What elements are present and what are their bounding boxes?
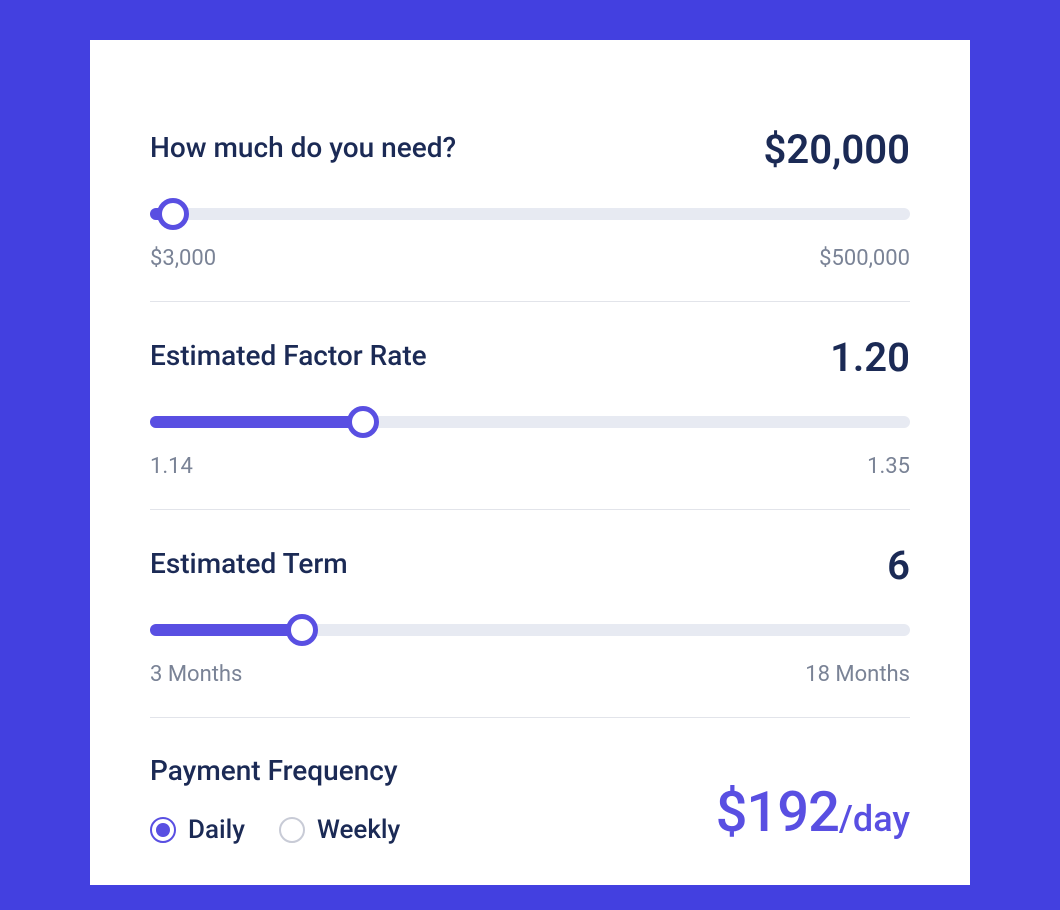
payment-frequency-left: Payment Frequency Daily Weekly (150, 754, 716, 845)
term-slider-thumb[interactable] (286, 614, 318, 646)
amount-label: How much do you need? (150, 130, 456, 166)
payment-amount: $192 (716, 779, 839, 845)
term-min-label: 3 Months (150, 662, 242, 687)
factor-rate-section: Estimated Factor Rate 1.20 1.14 1.35 (150, 338, 910, 510)
term-section: Estimated Term 6 3 Months 18 Months (150, 546, 910, 718)
payment-frequency-options: Daily Weekly (150, 815, 716, 845)
term-slider-range: 3 Months 18 Months (150, 662, 910, 687)
amount-slider[interactable] (150, 196, 910, 232)
term-slider[interactable] (150, 612, 910, 648)
amount-header: How much do you need? $20,000 (150, 130, 910, 170)
amount-slider-range: $3,000 $500,000 (150, 246, 910, 271)
payment-frequency-option-weekly[interactable]: Weekly (279, 815, 400, 845)
term-label: Estimated Term (150, 546, 348, 582)
term-slider-fill (150, 624, 302, 636)
radio-icon (279, 817, 305, 843)
radio-icon (150, 817, 176, 843)
term-header: Estimated Term 6 (150, 546, 910, 586)
radio-label: Weekly (317, 815, 400, 845)
factor-rate-slider[interactable] (150, 404, 910, 440)
payment-frequency-label: Payment Frequency (150, 754, 716, 787)
factor-rate-slider-fill (150, 416, 363, 428)
payment-frequency-option-daily[interactable]: Daily (150, 815, 245, 845)
amount-max-label: $500,000 (819, 246, 910, 271)
payment-period: /day (839, 798, 910, 840)
loan-calculator-card: How much do you need? $20,000 $3,000 $50… (90, 40, 970, 885)
factor-rate-header: Estimated Factor Rate 1.20 (150, 338, 910, 378)
amount-section: How much do you need? $20,000 $3,000 $50… (150, 130, 910, 302)
payment-frequency-section: Payment Frequency Daily Weekly $192 /day (150, 754, 910, 845)
term-value: 6 (887, 546, 910, 586)
radio-label: Daily (188, 815, 245, 845)
amount-min-label: $3,000 (150, 246, 216, 271)
factor-rate-slider-range: 1.14 1.35 (150, 454, 910, 479)
factor-rate-min-label: 1.14 (150, 454, 193, 479)
amount-value: $20,000 (763, 130, 910, 170)
factor-rate-value: 1.20 (830, 338, 910, 378)
factor-rate-label: Estimated Factor Rate (150, 338, 427, 374)
amount-slider-thumb[interactable] (157, 198, 189, 230)
factor-rate-slider-thumb[interactable] (347, 406, 379, 438)
term-max-label: 18 Months (805, 662, 910, 687)
factor-rate-max-label: 1.35 (867, 454, 910, 479)
payment-result: $192 /day (716, 779, 910, 845)
amount-slider-track (150, 208, 910, 220)
